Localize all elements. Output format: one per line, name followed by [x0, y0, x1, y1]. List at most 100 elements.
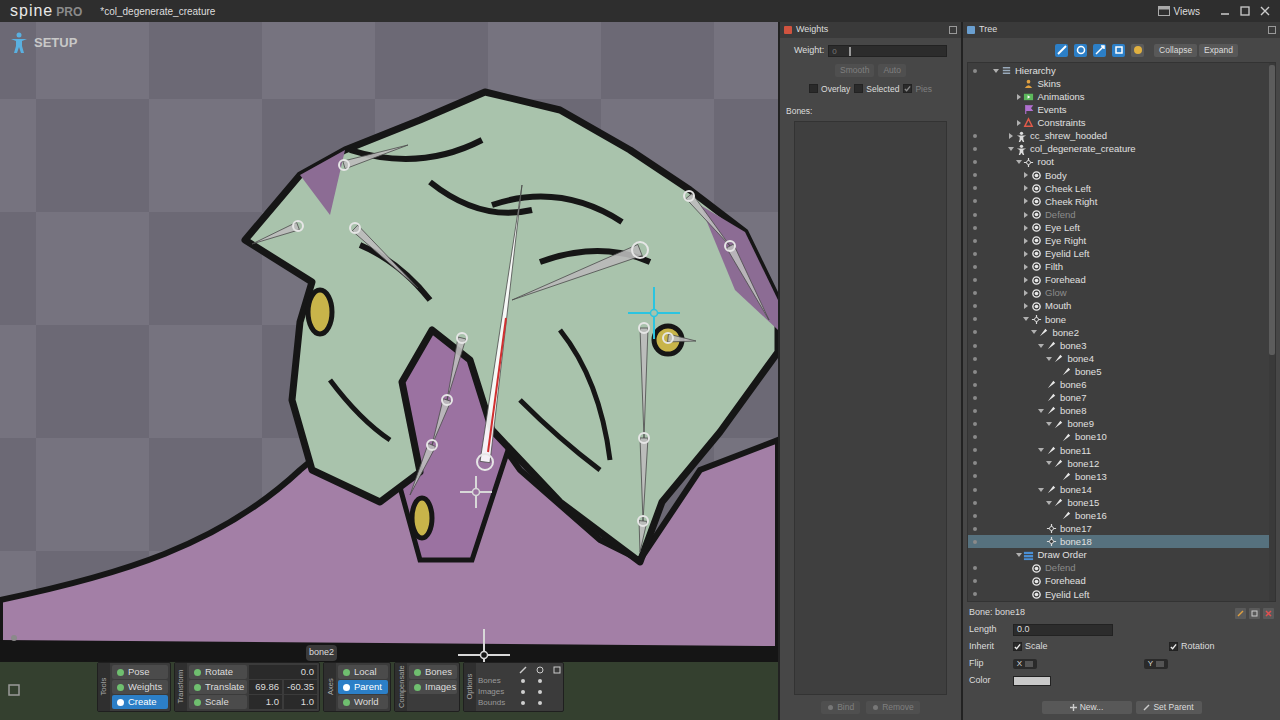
checkbox[interactable] — [1169, 642, 1178, 651]
expand-toggle[interactable] — [1022, 185, 1030, 191]
value-field[interactable]: 0.0 — [249, 665, 317, 679]
tree-button[interactable]: Collapse — [1154, 44, 1197, 57]
visibility-toggle[interactable] — [968, 160, 982, 164]
tree-row[interactable]: bone11 — [968, 444, 1269, 457]
visibility-toggle[interactable] — [968, 291, 982, 295]
tree-row[interactable]: Eye Left — [968, 221, 1269, 234]
visibility-toggle[interactable] — [968, 422, 982, 426]
bone-joint[interactable] — [293, 221, 303, 231]
visibility-toggle[interactable] — [968, 435, 982, 439]
viewport[interactable]: SETUP bone2 ToolsPoseWeightsCreateTransf… — [0, 22, 778, 720]
visibility-toggle[interactable] — [968, 540, 982, 544]
tree-row[interactable]: Body — [968, 169, 1269, 182]
flip-option[interactable]: X — [1013, 659, 1138, 669]
bone-joint[interactable] — [457, 333, 467, 343]
visibility-toggle[interactable] — [968, 121, 982, 125]
bone-shape[interactable] — [512, 244, 642, 300]
bone-joint[interactable] — [339, 160, 349, 170]
visibility-toggle[interactable] — [968, 134, 982, 138]
filter-toggle[interactable] — [1131, 44, 1144, 57]
bone-shape[interactable] — [352, 225, 418, 288]
bone-joint[interactable] — [684, 191, 694, 201]
tree-row[interactable]: Eyelid Left — [968, 588, 1269, 601]
expand-toggle[interactable] — [1022, 238, 1030, 244]
option-toggle[interactable] — [535, 701, 544, 705]
expand-toggle[interactable] — [1022, 198, 1030, 204]
bone-joint[interactable] — [427, 440, 437, 450]
option-toggle[interactable] — [552, 679, 561, 683]
bone-shape[interactable] — [447, 337, 466, 400]
value-field[interactable]: -60.35 — [284, 680, 317, 694]
inherit-option[interactable]: Rotation — [1169, 640, 1215, 654]
option-toggle[interactable] — [518, 701, 527, 705]
flip-option[interactable]: Y — [1144, 659, 1168, 669]
tree-row[interactable]: Draw Order — [968, 548, 1269, 561]
bone-joint[interactable] — [442, 395, 452, 405]
option-toggle[interactable] — [552, 701, 561, 705]
flip-toggle[interactable]: Y — [1144, 659, 1168, 669]
option-toggle[interactable] — [535, 679, 544, 683]
expand-toggle[interactable] — [1045, 356, 1053, 362]
checkbox[interactable] — [809, 84, 818, 93]
expand-toggle[interactable] — [1007, 133, 1015, 139]
tree-row[interactable]: Filth — [968, 260, 1269, 273]
option-toggle[interactable] — [518, 690, 527, 694]
tool-button[interactable]: Parent — [338, 680, 388, 694]
option-toggle[interactable] — [535, 690, 544, 694]
tree-row[interactable]: Eyelid Left — [968, 247, 1269, 260]
expand-toggle[interactable] — [1045, 421, 1053, 427]
checkbox[interactable] — [1013, 642, 1022, 651]
tree-row[interactable]: col_degenerate_creature — [968, 143, 1269, 156]
visibility-toggle[interactable] — [968, 304, 982, 308]
visibility-toggle[interactable] — [968, 344, 982, 348]
bone-joint[interactable] — [639, 323, 649, 333]
expand-toggle[interactable] — [1015, 552, 1023, 558]
visibility-toggle[interactable] — [968, 186, 982, 190]
expand-toggle[interactable] — [1015, 94, 1023, 100]
expand-toggle[interactable] — [1022, 303, 1030, 309]
expand-toggle[interactable] — [1015, 159, 1023, 165]
tree-row[interactable]: root — [968, 156, 1269, 169]
value-field[interactable]: 1.0 — [284, 695, 317, 709]
tree-row[interactable]: bone10 — [968, 431, 1269, 444]
expand-toggle[interactable] — [1015, 120, 1023, 126]
expand-toggle[interactable] — [1022, 172, 1030, 178]
bone-shape[interactable] — [640, 328, 648, 438]
tree-row[interactable]: bone6 — [968, 378, 1269, 391]
length-field[interactable]: 0.0 — [1013, 624, 1113, 636]
bone-shape[interactable] — [480, 185, 522, 463]
tree-row[interactable]: bone13 — [968, 470, 1269, 483]
expand-toggle[interactable] — [1022, 277, 1030, 283]
expand-toggle[interactable] — [1037, 343, 1045, 349]
tree-row[interactable]: bone12 — [968, 457, 1269, 470]
tree-row[interactable]: Hierarchy — [968, 64, 1269, 77]
visibility-toggle[interactable] — [968, 69, 982, 73]
tree-row[interactable]: bone16 — [968, 509, 1269, 522]
expand-toggle[interactable] — [1045, 460, 1053, 466]
visibility-toggle[interactable] — [968, 409, 982, 413]
tool-button[interactable]: Weights — [112, 680, 168, 694]
visibility-toggle[interactable] — [968, 199, 982, 203]
filter-toggle[interactable] — [1093, 44, 1106, 57]
tree-row[interactable]: bone2 — [968, 326, 1269, 339]
tree-row[interactable]: Events — [968, 103, 1269, 116]
bone-joint[interactable] — [725, 241, 735, 251]
tree-row[interactable]: Eye Right — [968, 234, 1269, 247]
tool-button[interactable]: World — [338, 695, 388, 709]
visibility-toggle[interactable] — [968, 461, 982, 465]
tool-button[interactable]: Scale — [189, 695, 247, 709]
visibility-toggle[interactable] — [968, 448, 982, 452]
visibility-toggle[interactable] — [968, 330, 982, 334]
visibility-toggle[interactable] — [968, 579, 982, 583]
bone-joint[interactable] — [638, 516, 648, 526]
bone-joint[interactable] — [632, 242, 648, 258]
visibility-toggle[interactable] — [968, 147, 982, 151]
tool-button[interactable]: Bones — [409, 665, 457, 679]
visibility-toggle[interactable] — [968, 501, 982, 505]
tree-row[interactable]: Cheek Right — [968, 195, 1269, 208]
new-button[interactable]: New... — [1042, 701, 1132, 714]
tree-row[interactable]: bone8 — [968, 404, 1269, 417]
visibility-toggle[interactable] — [968, 317, 982, 321]
tree-row[interactable]: bone14 — [968, 483, 1269, 496]
expand-toggle[interactable] — [1045, 500, 1053, 506]
